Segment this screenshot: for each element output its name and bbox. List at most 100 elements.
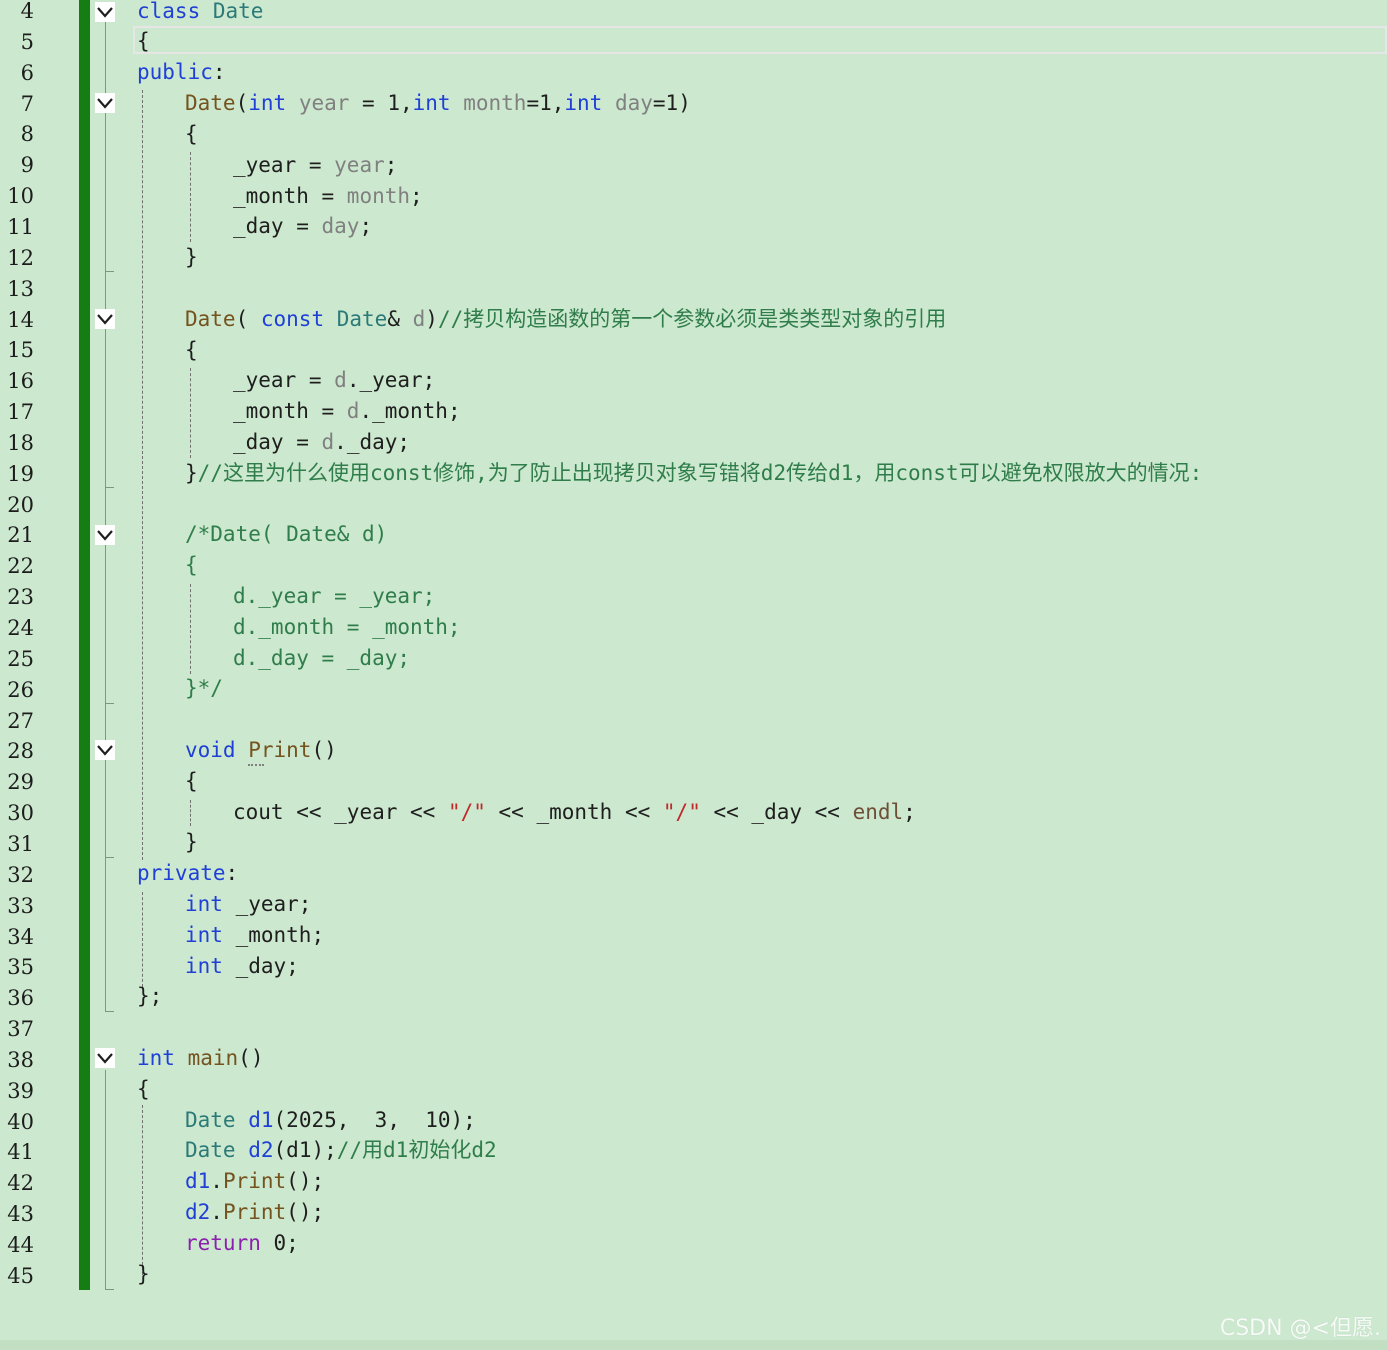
access-specifier: private bbox=[137, 861, 226, 885]
type-name: Date bbox=[185, 1138, 236, 1162]
line-number: 16 bbox=[7, 369, 34, 394]
code-line-33[interactable]: int _year; bbox=[185, 889, 311, 920]
line-number: 22 bbox=[7, 554, 34, 579]
comment: //用d1初始化d2 bbox=[336, 1138, 497, 1162]
code-line-8[interactable]: { bbox=[185, 119, 198, 150]
brace: { bbox=[137, 29, 150, 53]
semicolon: ; bbox=[903, 800, 916, 824]
line-number: 27 bbox=[7, 708, 34, 733]
indent-guide-comment bbox=[190, 584, 191, 674]
code-line-9[interactable]: _year = year; bbox=[233, 150, 397, 181]
code-line-4[interactable]: class Date bbox=[137, 0, 263, 27]
code-line-19[interactable]: }//这里为什么使用const修饰,为了防止出现拷贝对象写错将d2传给d1，用c… bbox=[185, 458, 1202, 489]
code-line-17[interactable]: _month = d._month; bbox=[233, 396, 461, 427]
keyword: return bbox=[185, 1231, 261, 1255]
code-line-24[interactable]: d._month = _month; bbox=[233, 612, 461, 643]
code-line-38[interactable]: int main() bbox=[137, 1043, 263, 1074]
fold-toggle-main[interactable] bbox=[95, 1048, 115, 1068]
code-line-18[interactable]: _day = d._day; bbox=[233, 427, 410, 458]
colon: : bbox=[212, 60, 226, 84]
indent-guide-ctor bbox=[190, 152, 191, 242]
member: _month bbox=[536, 800, 613, 824]
line-number: 33 bbox=[7, 893, 34, 918]
line-number: 40 bbox=[7, 1109, 34, 1134]
fold-toggle-ctor[interactable] bbox=[95, 93, 115, 113]
code-line-22[interactable]: { bbox=[185, 550, 198, 581]
line-number: 5 bbox=[20, 29, 34, 54]
parameter: d bbox=[346, 399, 360, 423]
function-name: Print bbox=[248, 738, 312, 762]
code-line-21[interactable]: /*Date( Date& d) bbox=[185, 519, 387, 550]
code-line-45[interactable]: } bbox=[137, 1259, 150, 1290]
dot: . bbox=[210, 1169, 223, 1193]
operator: << bbox=[700, 800, 752, 824]
keyword: int bbox=[248, 91, 287, 115]
code-line-10[interactable]: _month = month; bbox=[233, 181, 423, 212]
code-line-40[interactable]: Date d1(2025, 3, 10); bbox=[185, 1105, 476, 1136]
arguments: (2025, 3, 10); bbox=[273, 1108, 476, 1132]
member: _month bbox=[233, 399, 309, 423]
member-decl: _month; bbox=[222, 923, 325, 947]
member: _day bbox=[233, 214, 284, 238]
watermark: CSDN @<但愿. bbox=[1219, 1316, 1381, 1341]
indent-guide-copy-ctor bbox=[190, 368, 191, 458]
code-line-29[interactable]: { bbox=[185, 766, 198, 797]
operator: = bbox=[283, 430, 322, 454]
code-line-11[interactable]: _day = day; bbox=[233, 211, 372, 242]
code-line-44[interactable]: return 0; bbox=[185, 1228, 299, 1259]
code-line-5[interactable]: { bbox=[137, 26, 150, 57]
code-line-36[interactable]: }; bbox=[137, 981, 162, 1012]
call-parens: (); bbox=[286, 1200, 325, 1224]
code-line-25[interactable]: d._day = _day; bbox=[233, 643, 410, 674]
code-editor[interactable]: 4 5 6 7 8 9 10 11 12 13 14 15 16 17 18 19 20 21 22 23 24 25 26… bbox=[0, 0, 1387, 1350]
code-line-35[interactable]: int _day; bbox=[185, 951, 299, 982]
code-line-14[interactable]: Date( const Date& d)//拷贝构造函数的第一个参数必须是类类型… bbox=[185, 304, 946, 335]
code-line-34[interactable]: int _month; bbox=[185, 920, 324, 951]
operator: << bbox=[612, 800, 663, 824]
access-specifier: public bbox=[137, 60, 213, 84]
chevron-down-icon bbox=[97, 7, 113, 18]
code-line-30[interactable]: cout << _year << "/" << _month << "/" <<… bbox=[233, 797, 916, 828]
line-number: 25 bbox=[7, 646, 34, 671]
line-number: 45 bbox=[7, 1263, 34, 1288]
comment: /*Date( Date& d) bbox=[185, 522, 388, 546]
code-line-31[interactable]: } bbox=[185, 827, 198, 858]
code-line-15[interactable]: { bbox=[185, 335, 198, 366]
keyword: int bbox=[185, 954, 223, 978]
line-number: 19 bbox=[7, 461, 34, 486]
code-line-26[interactable]: }*/ bbox=[185, 673, 223, 704]
parameter: month bbox=[463, 91, 527, 115]
line-number: 44 bbox=[7, 1233, 34, 1257]
line-number: 14 bbox=[7, 307, 34, 332]
keyword: const bbox=[260, 307, 325, 331]
code-line-43[interactable]: d2.Print(); bbox=[185, 1197, 324, 1228]
operator: << bbox=[485, 800, 537, 824]
comment: }*/ bbox=[185, 676, 223, 700]
code-line-7[interactable]: Date(int year = 1,int month=1,int day=1) bbox=[185, 88, 691, 119]
indent-guide-private bbox=[142, 892, 143, 987]
line-number: 7 bbox=[20, 91, 34, 116]
ampersand: & bbox=[387, 307, 413, 331]
code-line-41[interactable]: Date d2(d1);//用d1初始化d2 bbox=[185, 1135, 497, 1166]
code-line-39[interactable]: { bbox=[137, 1074, 150, 1105]
fold-toggle-print[interactable] bbox=[95, 740, 115, 760]
code-line-32[interactable]: private: bbox=[137, 858, 238, 889]
chevron-down-icon bbox=[97, 98, 113, 109]
function-name: Print bbox=[222, 1200, 287, 1224]
code-line-16[interactable]: _year = d._year; bbox=[233, 365, 435, 396]
indent-guide-class-body bbox=[142, 90, 143, 860]
fold-toggle-class[interactable] bbox=[95, 2, 115, 22]
code-line-42[interactable]: d1.Print(); bbox=[185, 1166, 324, 1197]
editor-bottom-strip bbox=[0, 1340, 1387, 1350]
fold-toggle-comment[interactable] bbox=[95, 525, 115, 545]
line-number: 17 bbox=[7, 400, 34, 425]
operator: << bbox=[802, 800, 853, 824]
code-line-12[interactable]: } bbox=[185, 242, 198, 273]
code-line-6[interactable]: public: bbox=[137, 57, 226, 88]
brace: { bbox=[137, 1077, 150, 1101]
identifier: endl bbox=[852, 800, 904, 824]
fold-toggle-copy-ctor[interactable] bbox=[95, 309, 115, 329]
code-line-23[interactable]: d._year = _year; bbox=[233, 581, 435, 612]
fold-end-main bbox=[105, 1289, 114, 1290]
operator: = bbox=[308, 184, 347, 208]
